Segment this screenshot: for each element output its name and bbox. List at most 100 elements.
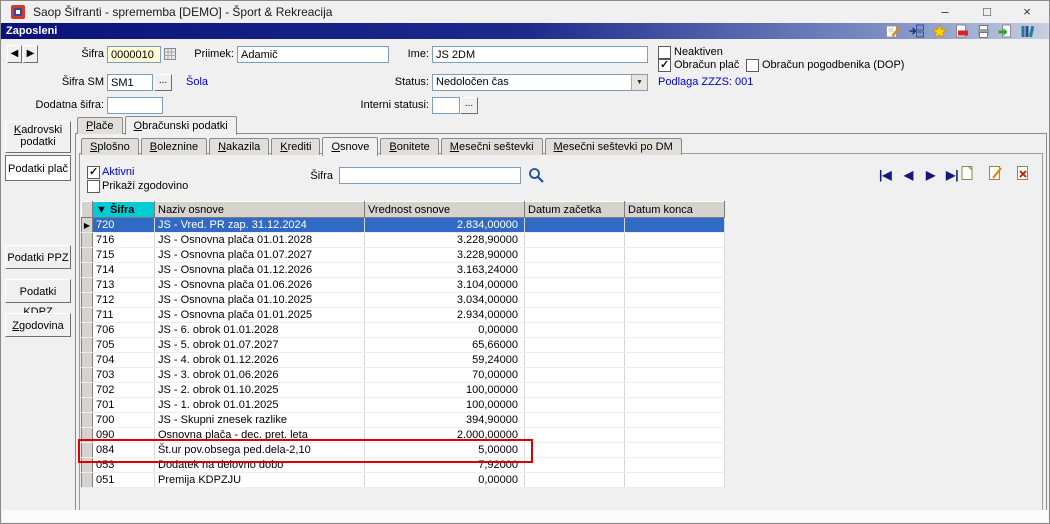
export-grid-icon[interactable] <box>908 24 925 38</box>
cell-konca[interactable] <box>624 232 725 248</box>
cell-konca[interactable] <box>624 352 725 368</box>
column-header-vrednost-osnove[interactable]: Vrednost osnove <box>364 201 525 218</box>
search-icon[interactable] <box>527 166 545 184</box>
cell-zacetek[interactable] <box>524 247 625 263</box>
cell-konca[interactable] <box>624 457 725 473</box>
priimek-input[interactable] <box>237 46 389 63</box>
tab-obracunski-podatki[interactable]: Obračunski podatki <box>124 116 237 135</box>
cell-naziv[interactable]: JS - Osnovna plača 01.10.2025 <box>154 292 365 308</box>
record-next-button[interactable]: ▶ <box>23 45 38 63</box>
interni-statusi-browse-button[interactable]: ... <box>460 97 478 114</box>
cell-naziv[interactable]: JS - Osnovna plača 01.01.2025 <box>154 307 365 323</box>
cell-gutter[interactable] <box>81 472 93 488</box>
cell-zacetek[interactable] <box>524 352 625 368</box>
cell-naziv[interactable]: JS - Osnovna plača 01.01.2028 <box>154 232 365 248</box>
cell-konca[interactable] <box>624 247 725 263</box>
cell-vrednost[interactable]: 2.934,00000 <box>364 307 525 323</box>
cell-vrednost[interactable]: 7,92000 <box>364 457 525 473</box>
cell-konca[interactable] <box>624 427 725 443</box>
column-header-sifra[interactable]: ▼ Šifra <box>92 201 155 218</box>
dodatna-sifra-input[interactable] <box>107 97 163 114</box>
cell-konca[interactable] <box>624 277 725 293</box>
sm-link[interactable]: Šola <box>186 76 208 88</box>
table-row[interactable]: 713 JS - Osnovna plača 01.06.2026 3.104,00… <box>81 277 725 293</box>
cell-naziv[interactable]: Osnovna plača - dec. pret. leta <box>154 427 365 443</box>
cell-naziv[interactable]: JS - Skupni znesek razlike <box>154 412 365 428</box>
table-row[interactable]: 051 Premija KDPZJU 0,00000 <box>81 472 725 488</box>
tab-place[interactable]: Plače <box>77 117 123 134</box>
cell-zacetek[interactable] <box>524 397 625 413</box>
cell-vrednost[interactable]: 0,00000 <box>364 472 525 488</box>
close-button[interactable]: × <box>1007 1 1047 23</box>
cell-vrednost[interactable]: 70,00000 <box>364 367 525 383</box>
cell-konca[interactable] <box>624 472 725 488</box>
table-row[interactable]: 703 JS - 3. obrok 01.06.2026 70,00000 <box>81 367 725 383</box>
aktivni-checkbox[interactable] <box>87 165 100 179</box>
cell-vrednost[interactable]: 3.228,90000 <box>364 247 525 263</box>
table-row[interactable]: 702 JS - 2. obrok 01.10.2025 100,00000 <box>81 382 725 398</box>
sifra-sm-input[interactable] <box>107 74 153 91</box>
minimize-button[interactable]: – <box>925 1 965 23</box>
table-row[interactable]: 711 JS - Osnovna plača 01.01.2025 2.934,00… <box>81 307 725 323</box>
cell-vrednost[interactable]: 100,00000 <box>364 382 525 398</box>
cell-gutter[interactable] <box>81 397 93 413</box>
insert-record-icon[interactable] <box>959 165 975 181</box>
cell-konca[interactable] <box>624 412 725 428</box>
cell-vrednost[interactable]: 0,00000 <box>364 322 525 338</box>
cell-gutter[interactable] <box>81 262 93 278</box>
cell-sifra[interactable]: 700 <box>92 412 155 428</box>
column-header-datum-konca[interactable]: Datum konca <box>624 201 725 218</box>
cell-sifra[interactable]: 711 <box>92 307 155 323</box>
cell-zacetek[interactable] <box>524 472 625 488</box>
document-export-icon[interactable] <box>997 24 1014 38</box>
cell-sifra[interactable]: 713 <box>92 277 155 293</box>
cell-gutter[interactable] <box>81 367 93 383</box>
sidebar-item-kadrovski-podatki[interactable]: Kadrovski podatki <box>5 121 71 153</box>
grid-first-button[interactable]: |◀ <box>879 168 892 182</box>
tab-mesecni-sestevki-po-dm[interactable]: Mesečni seštevki po DM <box>544 138 682 155</box>
cell-vrednost[interactable]: 59,24000 <box>364 352 525 368</box>
cell-gutter[interactable] <box>81 442 93 458</box>
table-row[interactable]: 084 Št.ur pov.obsega ped.dela-2,10 5,00000 <box>81 442 725 458</box>
cell-naziv[interactable]: JS - 2. obrok 01.10.2025 <box>154 382 365 398</box>
cell-naziv[interactable]: JS - 5. obrok 01.07.2027 <box>154 337 365 353</box>
obracun-plac-checkbox[interactable] <box>658 58 671 72</box>
cell-zacetek[interactable] <box>524 217 625 233</box>
cell-naziv[interactable]: JS - 1. obrok 01.01.2025 <box>154 397 365 413</box>
cell-vrednost[interactable]: 2.000,00000 <box>364 427 525 443</box>
table-row[interactable]: 701 JS - 1. obrok 01.01.2025 100,00000 <box>81 397 725 413</box>
cell-sifra[interactable]: 704 <box>92 352 155 368</box>
cell-zacetek[interactable] <box>524 277 625 293</box>
cell-sifra[interactable]: 706 <box>92 322 155 338</box>
column-header-naziv-osnove[interactable]: Naziv osnove <box>154 201 365 218</box>
chevron-down-icon[interactable]: ▼ <box>631 75 647 90</box>
table-row[interactable]: 715 JS - Osnovna plača 01.07.2027 3.228,90… <box>81 247 725 263</box>
table-row[interactable]: 714 JS - Osnovna plača 01.12.2026 3.163,24… <box>81 262 725 278</box>
sidebar-item-podatki-kdpz[interactable]: Podatki KDPZ <box>5 279 71 318</box>
cell-konca[interactable] <box>624 292 725 308</box>
cell-naziv[interactable]: JS - Osnovna plača 01.06.2026 <box>154 277 365 293</box>
table-row[interactable]: 700 JS - Skupni znesek razlike 394,90000 <box>81 412 725 428</box>
cell-vrednost[interactable]: 100,00000 <box>364 397 525 413</box>
table-row[interactable]: 090 Osnovna plača - dec. pret. leta 2.000,… <box>81 427 725 443</box>
sidebar-item-zgodovina[interactable]: Zgodovina <box>5 313 71 337</box>
cell-naziv[interactable]: JS - Osnovna plača 01.07.2027 <box>154 247 365 263</box>
cell-vrednost[interactable]: 3.163,24000 <box>364 262 525 278</box>
cell-zacetek[interactable] <box>524 442 625 458</box>
sifra-sm-browse-button[interactable]: ... <box>154 74 172 91</box>
cell-zacetek[interactable] <box>524 427 625 443</box>
cell-zacetek[interactable] <box>524 232 625 248</box>
cell-gutter[interactable] <box>81 292 93 308</box>
cell-zacetek[interactable] <box>524 322 625 338</box>
cell-sifra[interactable]: 084 <box>92 442 155 458</box>
cell-zacetek[interactable] <box>524 382 625 398</box>
tab-osnove[interactable]: Osnove <box>322 137 379 156</box>
cell-konca[interactable] <box>624 307 725 323</box>
cell-zacetek[interactable] <box>524 262 625 278</box>
cell-konca[interactable] <box>624 217 725 233</box>
cell-gutter[interactable] <box>81 457 93 473</box>
cell-konca[interactable] <box>624 397 725 413</box>
obracun-pogodbenika-checkbox[interactable] <box>746 59 759 72</box>
cell-vrednost[interactable]: 5,00000 <box>364 442 525 458</box>
cell-naziv[interactable]: Št.ur pov.obsega ped.dela-2,10 <box>154 442 365 458</box>
